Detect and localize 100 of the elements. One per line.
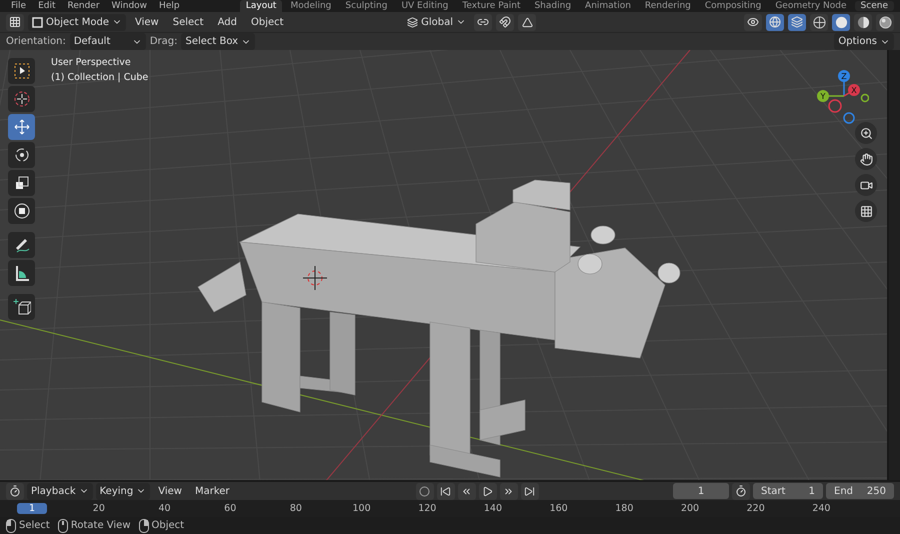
shading-mode-button[interactable] — [854, 14, 872, 30]
falloff-icon — [522, 16, 532, 28]
3d-viewport[interactable]: User Perspective (1) Collection | Cube Z Y X — [0, 50, 887, 480]
transform-icon — [12, 202, 30, 220]
workspace-tab[interactable]: Shading — [528, 0, 578, 12]
mouse-icon — [6, 518, 16, 532]
status-hint: Select — [19, 520, 50, 531]
frame-number: 140 — [482, 503, 504, 514]
workspace-tab[interactable]: Sculpting — [339, 0, 394, 12]
auto-key-button[interactable] — [416, 482, 434, 500]
frame-number: 160 — [548, 503, 569, 514]
end-value: 250 — [866, 486, 886, 496]
move-arrows-icon — [12, 118, 30, 136]
workspace-tab[interactable]: Layout — [240, 0, 282, 12]
workspace-tab[interactable]: Texture Paint — [456, 0, 526, 12]
frame-cursor[interactable]: 1 — [17, 503, 47, 514]
pivot-button[interactable] — [474, 14, 492, 30]
end-frame-field[interactable]: End 250 — [826, 483, 894, 499]
menu-item[interactable]: Add — [212, 14, 242, 30]
shading-mode-button[interactable] — [810, 14, 828, 30]
menu-item[interactable]: View — [153, 482, 187, 500]
jump-end-button[interactable] — [520, 482, 539, 500]
tool-button[interactable] — [8, 170, 35, 196]
menu-item[interactable]: Window — [106, 1, 152, 11]
zoom-in-icon — [860, 126, 872, 140]
timer-button[interactable] — [732, 482, 750, 500]
status-hint: Object — [152, 520, 184, 531]
3d-cursor-icon — [302, 266, 328, 290]
workspace-tab[interactable]: Rendering — [638, 0, 697, 12]
gizmo-icon — [769, 16, 781, 28]
clock-icon — [9, 485, 21, 497]
prev-key-button[interactable] — [458, 482, 476, 500]
frame-number: 220 — [746, 503, 766, 514]
menu-item[interactable]: Edit — [33, 1, 60, 11]
shading-mode-button[interactable] — [832, 14, 850, 30]
menu-item[interactable]: Object — [246, 14, 289, 30]
menu-dropdown[interactable]: Keying — [96, 482, 150, 500]
axis-negative-y-icon — [860, 94, 869, 102]
menu-item[interactable]: File — [6, 1, 32, 11]
drag-label: Drag: — [150, 36, 178, 47]
menu-dropdown[interactable]: Playback — [27, 482, 93, 500]
current-frame-field[interactable]: 1 — [673, 483, 729, 499]
orientation-label: Orientation: — [6, 36, 66, 47]
menu-item[interactable]: Help — [154, 1, 185, 11]
tool-button[interactable] — [8, 198, 35, 224]
frame-number: 100 — [352, 503, 372, 514]
mode-dropdown[interactable]: Object Mode — [28, 14, 126, 30]
collection-label: (1) Collection | Cube — [51, 72, 148, 83]
double-right-icon — [503, 486, 514, 496]
zoom-button[interactable] — [855, 122, 877, 144]
square-icon — [32, 16, 43, 28]
workspace-tab[interactable]: Compositing — [698, 0, 768, 12]
skip-forward-icon — [524, 486, 536, 496]
axis-handle[interactable]: Z — [838, 70, 850, 96]
skip-back-icon — [440, 486, 452, 496]
drag-dropdown[interactable]: Select Box — [181, 33, 256, 50]
tool-button[interactable] — [8, 294, 35, 320]
overlay-button[interactable] — [788, 14, 806, 30]
proportional-button[interactable] — [518, 14, 536, 30]
tool-button[interactable] — [8, 232, 35, 258]
workspace-tab[interactable]: Geometry Node — [769, 0, 853, 12]
workspace-tab[interactable]: Modeling — [284, 0, 338, 12]
tool-button[interactable] — [8, 260, 35, 286]
frame-number: 40 — [157, 503, 172, 514]
visibility-button[interactable] — [744, 14, 762, 30]
jump-start-button[interactable] — [436, 482, 455, 500]
editor-type-button[interactable] — [6, 482, 24, 500]
tool-button[interactable] — [8, 142, 35, 168]
orientation-dropdown[interactable]: Global — [403, 14, 470, 30]
frame-value: 1 — [698, 486, 704, 496]
next-key-button[interactable] — [500, 482, 518, 500]
editor-type-button[interactable] — [6, 14, 24, 30]
half-shaded-sphere-icon — [856, 16, 870, 28]
snap-button[interactable] — [496, 14, 514, 30]
solid-sphere-icon — [834, 16, 848, 28]
workspace-tab[interactable]: Animation — [579, 0, 637, 12]
camera-button[interactable] — [855, 174, 877, 196]
mouse-icon — [58, 518, 68, 532]
orientation-dropdown[interactable]: Default — [70, 33, 146, 50]
tool-button[interactable] — [8, 58, 35, 84]
start-value: 1 — [808, 486, 815, 496]
menu-item[interactable]: View — [130, 14, 164, 30]
stopwatch-icon — [735, 485, 747, 497]
shading-mode-button[interactable] — [876, 14, 894, 30]
pan-button[interactable] — [855, 148, 877, 170]
workspace-tab[interactable]: UV Editing — [395, 0, 454, 12]
gizmo-button[interactable] — [766, 14, 784, 30]
record-circle-icon — [419, 486, 430, 496]
options-dropdown[interactable]: Options — [834, 33, 894, 50]
tool-button[interactable] — [8, 86, 35, 112]
perspective-button[interactable] — [855, 200, 877, 222]
tool-button[interactable] — [8, 114, 35, 140]
menu-item[interactable]: Select — [168, 14, 209, 30]
axis-handle[interactable]: Y — [817, 90, 844, 102]
axis-negative-z-icon — [843, 112, 855, 124]
menu-item[interactable]: Marker — [190, 482, 235, 500]
scene-field[interactable]: Scene — [854, 1, 894, 11]
play-button[interactable] — [478, 482, 497, 500]
menu-item[interactable]: Render — [62, 1, 105, 11]
start-frame-field[interactable]: Start 1 — [753, 483, 823, 499]
